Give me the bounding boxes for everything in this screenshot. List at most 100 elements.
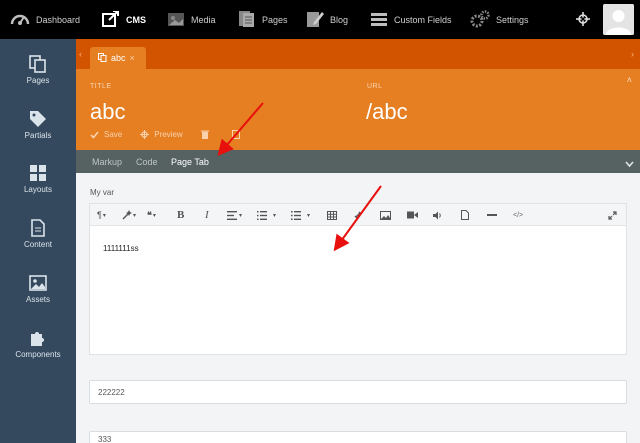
media-icon (167, 11, 185, 29)
nav-blog[interactable]: Blog (306, 0, 348, 39)
sidebar-item-components[interactable]: Components (0, 329, 76, 377)
url-input[interactable]: /abc (366, 99, 408, 125)
field-label: My var (90, 188, 114, 197)
ordered-list-icon (257, 210, 267, 220)
grid-icon (30, 165, 46, 181)
blog-icon (306, 10, 324, 30)
minus-icon (487, 213, 497, 216)
cms-icon (102, 9, 120, 29)
nav-media[interactable]: Media (167, 0, 216, 39)
delete-button[interactable] (200, 130, 214, 139)
pages-icon (29, 55, 46, 73)
align-left-icon (227, 210, 237, 220)
nav-custom-fields[interactable]: Custom Fields (370, 0, 452, 39)
page-icon (98, 52, 107, 64)
sidebar-item-label: Content (23, 240, 53, 249)
paragraph-format-button[interactable]: ¶ ▾ (97, 204, 106, 226)
tab-label: abc (111, 53, 126, 63)
dashboard-icon (10, 11, 30, 29)
pages-icon (238, 10, 256, 30)
tab-markup[interactable]: Markup (92, 150, 122, 173)
tab-page-tab[interactable]: Page Tab (171, 150, 209, 173)
quote-button[interactable]: ❝ ▾ (147, 204, 156, 226)
nav-media-label: Media (191, 14, 216, 25)
unordered-list-button[interactable]: ▾ (291, 204, 310, 226)
rich-text-editor[interactable]: ¶ ▾ ▾ ❝ ▾ B I ▾ ▾ ▾ </> 1111111ss (89, 203, 627, 355)
tag-icon (30, 111, 46, 127)
text-input-2[interactable]: 333 (89, 431, 627, 443)
file-icon (461, 210, 469, 220)
title-label: TITLE (90, 83, 112, 90)
sidebar-item-label: Assets (25, 295, 50, 304)
text-input-1[interactable]: 222222 (89, 380, 627, 404)
document-icon (31, 219, 45, 237)
image-button[interactable] (380, 204, 391, 226)
sidebar: Pages Partials Layouts Content Assets Co… (0, 39, 76, 443)
magic-wand-icon (122, 210, 132, 220)
header-actions: Save Preview (90, 130, 263, 139)
scroll-right-icon[interactable]: › (631, 49, 634, 59)
nav-cms[interactable]: CMS (102, 0, 146, 39)
nav-move-button[interactable] (576, 0, 590, 39)
image-icon (29, 275, 47, 291)
content-area: My var ¶ ▾ ▾ ❝ ▾ B I ▾ ▾ ▾ </> 1111111ss… (76, 173, 640, 443)
sidebar-item-layouts[interactable]: Layouts (0, 164, 76, 212)
video-icon (407, 211, 418, 219)
title-input[interactable]: abc (90, 99, 125, 125)
video-button[interactable] (407, 204, 418, 226)
tab-strip: ‹ abc × › (76, 39, 640, 69)
editor-tabs: Markup Code Page Tab (76, 150, 640, 173)
table-button[interactable] (327, 204, 337, 226)
unordered-list-icon (291, 210, 301, 220)
avatar[interactable] (603, 4, 634, 35)
nav-settings[interactable]: Settings (470, 0, 529, 39)
tab-abc[interactable]: abc × (90, 47, 146, 69)
volume-icon (433, 211, 441, 219)
italic-button[interactable]: I (205, 204, 209, 226)
trash-icon (200, 130, 209, 139)
link-button[interactable] (353, 204, 363, 226)
preview-label: Preview (154, 130, 183, 139)
bold-button[interactable]: B (177, 204, 184, 226)
nav-custom-fields-label: Custom Fields (394, 14, 452, 25)
options-button[interactable] (231, 130, 245, 139)
sidebar-item-partials[interactable]: Partials (0, 110, 76, 158)
sidebar-item-label: Components (15, 350, 61, 359)
preview-button[interactable]: Preview (140, 130, 183, 139)
horizontal-line-button[interactable] (487, 204, 497, 226)
sidebar-item-pages[interactable]: Pages (0, 55, 76, 103)
nav-dashboard[interactable]: Dashboard (10, 0, 80, 39)
save-button[interactable]: Save (90, 130, 122, 139)
puzzle-icon (31, 332, 44, 346)
nav-pages[interactable]: Pages (238, 0, 288, 39)
code-view-button[interactable]: </> (513, 204, 523, 226)
editor-content[interactable]: 1111111ss (103, 244, 139, 253)
sidebar-item-label: Pages (26, 76, 50, 85)
scroll-left-icon[interactable]: ‹ (79, 49, 82, 59)
paragraph-style-button[interactable]: ▾ (122, 204, 136, 226)
file-button[interactable] (461, 204, 469, 226)
crosshair-icon (140, 130, 150, 139)
audio-button[interactable] (433, 204, 443, 226)
settings-icon (470, 9, 490, 30)
sidebar-item-assets[interactable]: Assets (0, 274, 76, 322)
tab-code[interactable]: Code (136, 150, 158, 173)
url-label: URL (367, 83, 383, 90)
sidebar-item-content[interactable]: Content (0, 219, 76, 267)
ordered-list-button[interactable]: ▾ (257, 204, 276, 226)
sidebar-item-label: Partials (24, 131, 52, 140)
chevron-down-icon[interactable] (625, 155, 634, 173)
crosshair-icon (576, 11, 590, 28)
save-label: Save (104, 130, 123, 139)
expand-icon (608, 210, 617, 220)
nav-blog-label: Blog (330, 14, 349, 25)
align-button[interactable]: ▾ (227, 204, 242, 226)
fullscreen-button[interactable] (608, 204, 617, 226)
collapse-icon[interactable]: ˄ (627, 75, 632, 85)
nav-dashboard-label: Dashboard (36, 14, 81, 25)
document-icon (231, 130, 240, 139)
check-icon (90, 130, 99, 139)
table-icon (327, 210, 337, 220)
close-icon[interactable]: × (130, 53, 135, 63)
sidebar-item-label: Layouts (23, 185, 53, 194)
